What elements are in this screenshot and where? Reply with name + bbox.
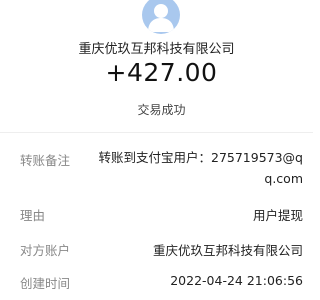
detail-label: 理由 [20, 208, 46, 223]
detail-value: 重庆优玖互邦科技有限公司 [152, 243, 303, 258]
company-name: 重庆优玖互邦科技有限公司 [78, 42, 235, 57]
detail-value-line: 转账到支付宝用户：275719573@q [98, 150, 303, 165]
detail-value: 用户提现 [252, 208, 303, 223]
avatar-icon [142, 0, 180, 34]
detail-label: 创建时间 [20, 276, 71, 291]
detail-value: 2022-04-24 21:06:56 [170, 273, 303, 288]
detail-value: 转账到支付宝用户：275719573@q q.com [63, 147, 303, 189]
detail-label: 对方账户 [20, 243, 71, 258]
transaction-status: 交易成功 [137, 103, 186, 117]
transaction-amount: +427.00 [105, 58, 218, 87]
detail-value-line: q.com [264, 171, 303, 186]
divider [0, 132, 313, 133]
